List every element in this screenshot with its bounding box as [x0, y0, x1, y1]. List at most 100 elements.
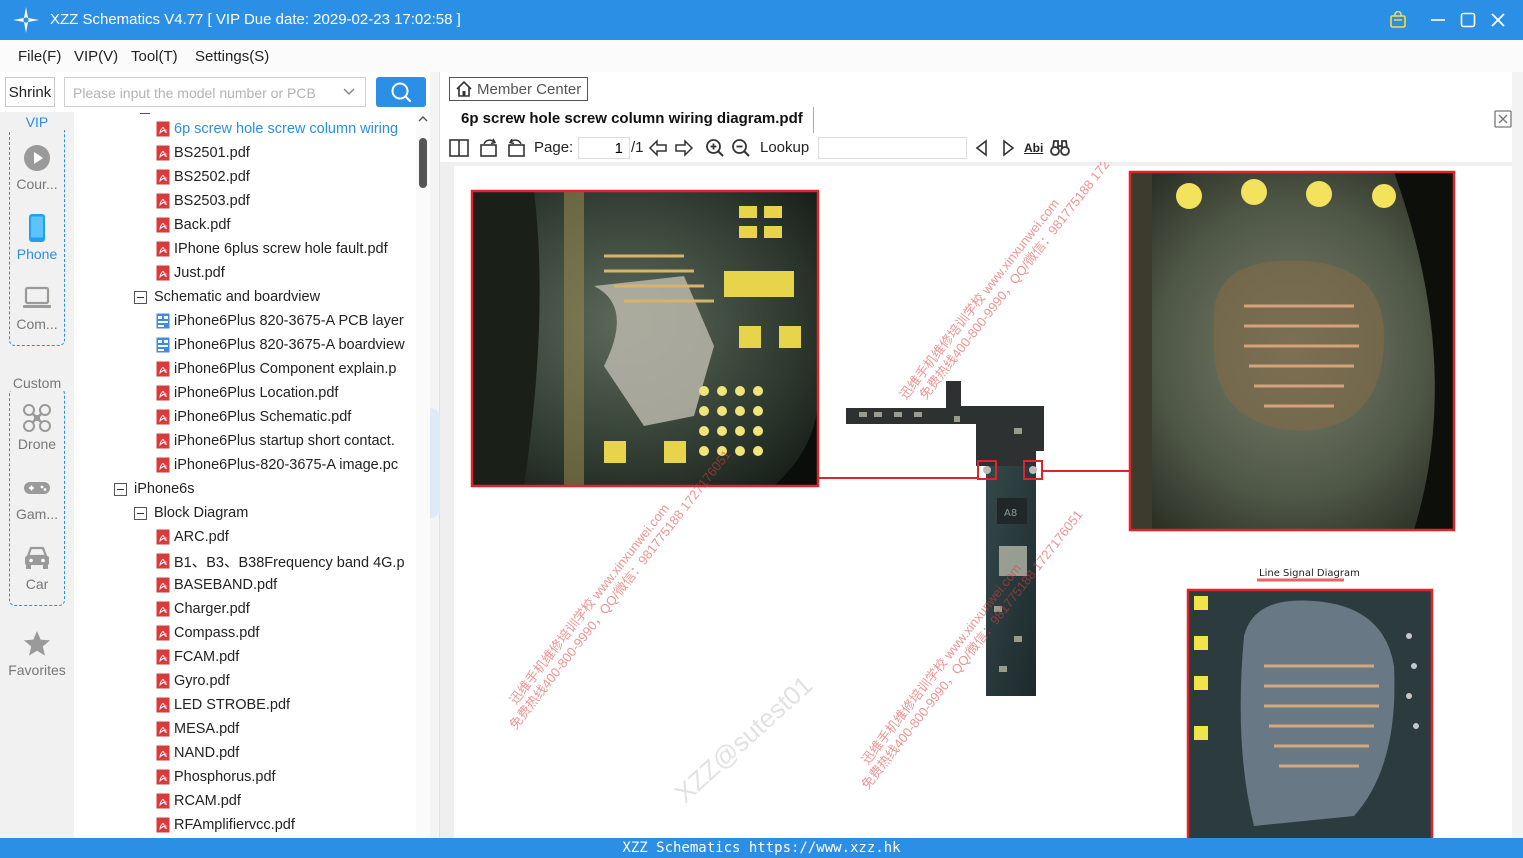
- tree-folder[interactable]: Block Diagram: [134, 502, 248, 524]
- tree-file[interactable]: iPhone6Plus startup short contact.: [156, 430, 395, 452]
- tree-file[interactable]: iPhone6Plus 820-3675-A boardview: [156, 334, 405, 356]
- tree-file[interactable]: BS2503.pdf: [156, 190, 250, 212]
- tree-file[interactable]: 6p screw hole screw column wiring: [156, 118, 398, 140]
- tree-file[interactable]: BASEBAND.pdf: [156, 574, 277, 596]
- tree-item-label: ARC.pdf: [174, 529, 229, 545]
- tree-file[interactable]: iPhone6Plus Schematic.pdf: [156, 406, 351, 428]
- tree-item-label: Just.pdf: [174, 265, 225, 281]
- find-next-icon[interactable]: [998, 138, 1018, 158]
- tree-file[interactable]: RCAM.pdf: [156, 790, 241, 812]
- category-favorites[interactable]: Favorites: [0, 628, 74, 688]
- doc-tab[interactable]: 6p screw hole screw column wiring diagra…: [453, 107, 814, 133]
- document-viewer[interactable]: A8 Line Signal Diagram 迅维手机维修培训学校 www.xi…: [440, 162, 1523, 838]
- rotate-right-icon[interactable]: [506, 138, 526, 158]
- category-phone[interactable]: Phone: [0, 212, 74, 272]
- collapse-toggle-icon[interactable]: [134, 506, 147, 520]
- next-page-icon[interactable]: [674, 138, 694, 158]
- title-bar: XZZ Schematics V4.77 [ VIP Due date: 202…: [0, 0, 1523, 40]
- tree-item-label: iPhone6Plus-820-3675-A image.pc: [174, 457, 399, 473]
- category-car[interactable]: Car: [0, 542, 74, 602]
- menu-tool[interactable]: Tool(T): [131, 48, 178, 65]
- category-sidebar: VIP Cour... Phone Com... Custom Drone Ga…: [0, 112, 74, 838]
- tree-file[interactable]: LED STROBE.pdf: [156, 694, 290, 716]
- collapse-toggle-icon[interactable]: [114, 482, 127, 496]
- tree-file[interactable]: Charger.pdf: [156, 598, 250, 620]
- menu-settings[interactable]: Settings(S): [195, 48, 269, 65]
- tree-file[interactable]: BS2501.pdf: [156, 142, 250, 164]
- rotate-left-icon[interactable]: [479, 138, 499, 158]
- category-computer[interactable]: Com...: [0, 282, 74, 342]
- search-input[interactable]: [73, 83, 333, 103]
- tree-file[interactable]: Just.pdf: [156, 262, 225, 284]
- search-combobox[interactable]: [64, 77, 366, 107]
- category-drone[interactable]: Drone: [0, 402, 74, 462]
- tree-file[interactable]: ARC.pdf: [156, 526, 229, 548]
- tree-item-label: IPhone 6plus screw hole fault.pdf: [174, 241, 388, 257]
- tree-item-label: RCAM.pdf: [174, 793, 241, 809]
- tree-file[interactable]: Phosphorus.pdf: [156, 766, 276, 788]
- binoculars-icon[interactable]: [1050, 138, 1070, 158]
- zoom-in-icon[interactable]: [705, 138, 725, 158]
- tree-file[interactable]: iPhone6Plus Location.pdf: [156, 382, 338, 404]
- chevron-down-icon[interactable]: [341, 84, 357, 100]
- two-page-icon[interactable]: [449, 138, 469, 158]
- find-previous-icon[interactable]: [972, 138, 992, 158]
- pdf-file-icon: [156, 625, 170, 641]
- pdf-file-icon: [156, 241, 170, 257]
- tree-file[interactable]: BS2502.pdf: [156, 166, 250, 188]
- tree-folder[interactable]: Schematic and boardview: [134, 286, 320, 308]
- tree-file[interactable]: iPhone6Plus 820-3675-A PCB layer: [156, 310, 404, 332]
- maximize-icon: [1460, 12, 1476, 28]
- pdf-file-icon: [156, 409, 170, 425]
- lookup-label: Lookup: [760, 139, 810, 156]
- left-board-photo: [470, 189, 820, 488]
- tree-folder[interactable]: iPhone6s: [114, 478, 194, 500]
- previous-page-icon[interactable]: [648, 138, 668, 158]
- tree-scrollbar[interactable]: [416, 112, 430, 838]
- tree-file[interactable]: IPhone 6plus screw hole fault.pdf: [156, 238, 388, 260]
- category-game[interactable]: Gam...: [0, 472, 74, 532]
- close-tab-icon[interactable]: [1494, 110, 1512, 128]
- tree-file[interactable]: iPhone6Plus Component explain.p: [156, 358, 396, 380]
- tree-file[interactable]: FCAM.pdf: [156, 646, 239, 668]
- tree-file[interactable]: iPhone6Plus-820-3675-A image.pc: [156, 454, 398, 476]
- chip-label: A8: [1004, 508, 1017, 519]
- vip-bag-button[interactable]: [1385, 7, 1411, 33]
- shrink-button[interactable]: Shrink: [5, 77, 55, 107]
- pdf-file-icon: [156, 457, 170, 473]
- close-icon: [1491, 13, 1505, 27]
- maximize-button[interactable]: [1455, 7, 1481, 33]
- document-scrollbar[interactable]: [1512, 72, 1523, 838]
- scroll-up-icon[interactable]: [418, 114, 428, 124]
- tree-file[interactable]: MESA.pdf: [156, 718, 239, 740]
- zoom-out-icon[interactable]: [731, 138, 751, 158]
- tree-file[interactable]: Compass.pdf: [156, 622, 259, 644]
- lookup-input[interactable]: [818, 137, 967, 159]
- pdf-file-icon: [156, 649, 170, 665]
- phone-board: A8: [818, 381, 1130, 696]
- member-center-button[interactable]: Member Center: [449, 77, 588, 101]
- tree-file[interactable]: B1、B3、B38Frequency band 4G.p: [156, 550, 405, 572]
- menu-file[interactable]: File(F): [18, 48, 61, 65]
- minimize-button[interactable]: [1425, 7, 1451, 33]
- home-icon: [456, 80, 472, 97]
- category-course[interactable]: Cour...: [0, 142, 74, 202]
- tree-scrollbar-thumb[interactable]: [419, 138, 427, 188]
- collapse-toggle-icon[interactable]: [134, 290, 147, 304]
- boardview-file-icon: [156, 313, 170, 329]
- menu-vip[interactable]: VIP(V): [74, 48, 118, 65]
- tree-file[interactable]: Gyro.pdf: [156, 670, 230, 692]
- pdf-file-icon: [156, 145, 170, 161]
- match-case-button[interactable]: Abi: [1024, 141, 1043, 155]
- tree-file[interactable]: NAND.pdf: [156, 742, 239, 764]
- splitter-handle[interactable]: [430, 408, 440, 518]
- close-window-button[interactable]: [1485, 7, 1511, 33]
- gamepad-icon: [24, 482, 50, 494]
- page-number-input[interactable]: [578, 137, 630, 159]
- pdf-file-icon: [156, 433, 170, 449]
- tree-file[interactable]: Back.pdf: [156, 214, 230, 236]
- search-button[interactable]: [376, 77, 426, 107]
- pane-splitter[interactable]: [430, 72, 440, 838]
- tree-item-label: iPhone6s: [134, 481, 195, 497]
- tree-file[interactable]: RFAmplifiervcc.pdf: [156, 814, 295, 836]
